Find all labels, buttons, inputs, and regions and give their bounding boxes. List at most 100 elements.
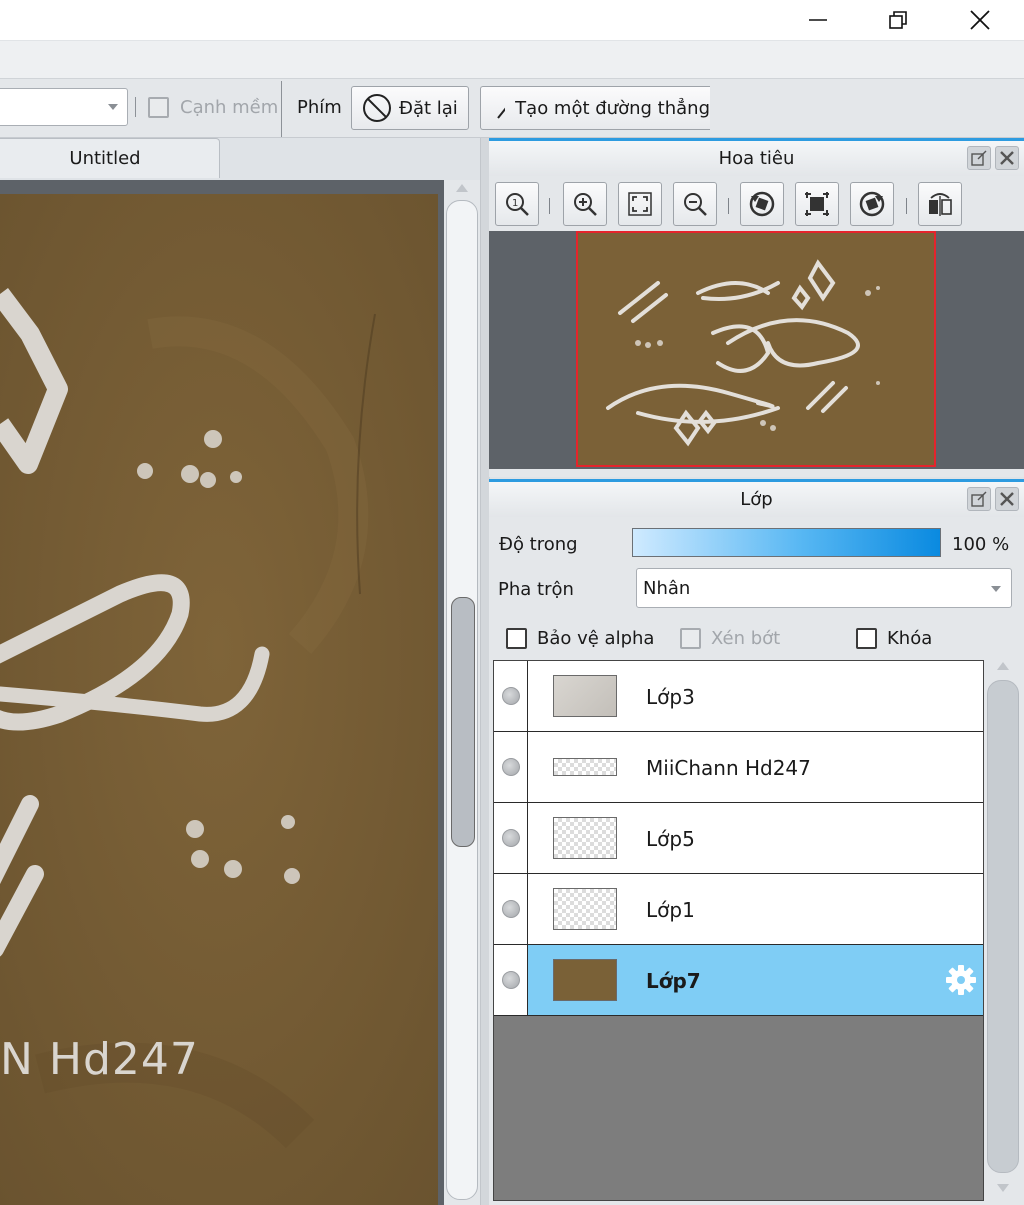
eye-icon <box>502 758 520 776</box>
popout-icon <box>971 491 987 507</box>
layer-row[interactable]: Lớp3 <box>494 661 983 732</box>
close-icon <box>1000 492 1014 506</box>
document-tab-title: Untitled <box>69 148 141 169</box>
separator <box>728 198 729 214</box>
layer-list: Lớp3 MiiChann Hd247 Lớp5 Lớp1 Lớp7 <box>493 660 984 1201</box>
flip-horizontal-icon <box>929 193 952 216</box>
layer-list-scrollbar[interactable] <box>985 660 1021 1201</box>
scroll-track[interactable] <box>987 680 1019 1173</box>
layer-thumbnail <box>553 959 617 1001</box>
navigator-header: Hoa tiêu <box>489 138 1024 176</box>
separator <box>906 198 907 214</box>
chevron-down-icon <box>991 586 1001 592</box>
rotate-left-icon <box>749 191 775 217</box>
layer-thumbnail <box>553 758 617 776</box>
eye-icon <box>502 900 520 918</box>
svg-text:1: 1 <box>512 198 518 209</box>
layer-row[interactable]: Lớp5 <box>494 803 983 874</box>
rotate-reset-button[interactable] <box>795 182 839 226</box>
navigator-panel: Hoa tiêu 1 <box>489 138 1024 477</box>
straight-line-label: Tạo một đường thẳng <box>515 97 710 119</box>
layer-row[interactable]: Lớp1 <box>494 874 983 945</box>
popout-icon <box>971 150 987 166</box>
gear-icon[interactable] <box>944 963 978 997</box>
navigator-toolbar: 1 <box>489 176 1024 231</box>
fit-window-button[interactable] <box>618 182 662 226</box>
layer-name: Lớp7 <box>646 969 701 993</box>
opacity-value: 100 % <box>952 534 1010 555</box>
brush-preset-combo[interactable] <box>0 88 128 126</box>
zoom-actual-icon: 1 <box>506 193 529 216</box>
visibility-toggle[interactable] <box>494 732 528 802</box>
rotate-right-icon <box>859 191 885 217</box>
navigator-preview-frame[interactable] <box>576 231 936 467</box>
straight-line-button[interactable]: Tạo một đường thẳng <box>480 86 710 130</box>
app-window: Cạnh mềm Phím Đặt lại Tạo một đường thẳn… <box>0 0 1024 1205</box>
layer-row[interactable]: MiiChann Hd247 <box>494 732 983 803</box>
popout-button[interactable] <box>967 487 991 511</box>
separator <box>281 81 282 137</box>
flip-horizontal-button[interactable] <box>918 182 962 226</box>
panel-close-button[interactable] <box>995 487 1019 511</box>
separator <box>549 198 550 214</box>
close-button[interactable] <box>940 0 1020 40</box>
clipping-checkbox[interactable] <box>680 628 701 649</box>
zoom-in-icon <box>574 193 597 216</box>
panel-close-button[interactable] <box>995 146 1019 170</box>
eye-icon <box>502 829 520 847</box>
layer-row-selected[interactable]: Lớp7 <box>494 945 983 1016</box>
navigator-view[interactable] <box>489 231 1024 469</box>
zoom-in-button[interactable] <box>563 182 607 226</box>
zoom-100-button[interactable]: 1 <box>495 182 539 226</box>
watermark-text: N Hd247 <box>0 1034 199 1085</box>
zoom-out-button[interactable] <box>673 182 717 226</box>
layer-name: Lớp3 <box>646 685 695 709</box>
blend-mode-select[interactable]: Nhân <box>636 568 1012 608</box>
scroll-thumb[interactable] <box>451 597 475 847</box>
navigator-preview-image <box>578 233 934 465</box>
line-icon <box>497 107 506 119</box>
soft-edge-label: Cạnh mềm <box>180 97 279 118</box>
visibility-toggle[interactable] <box>494 945 528 1015</box>
soft-edge-checkbox[interactable] <box>148 97 169 118</box>
visibility-toggle[interactable] <box>494 803 528 873</box>
lock-checkbox[interactable] <box>856 628 877 649</box>
close-icon <box>970 10 990 30</box>
popout-button[interactable] <box>967 146 991 170</box>
visibility-toggle[interactable] <box>494 874 528 944</box>
reset-button[interactable]: Đặt lại <box>351 86 469 130</box>
document-tab[interactable]: Untitled <box>0 138 220 178</box>
canvas-viewport[interactable]: N Hd247 <box>0 180 444 1205</box>
lock-label: Khóa <box>887 628 933 649</box>
restore-button[interactable] <box>858 0 938 40</box>
blend-mode-label: Pha trộn <box>498 579 574 600</box>
rotate-left-button[interactable] <box>740 182 784 226</box>
canvas-vertical-scrollbar[interactable] <box>444 180 480 1205</box>
rotate-right-button[interactable] <box>850 182 894 226</box>
layer-thumbnail <box>553 675 617 717</box>
protect-alpha-checkbox[interactable] <box>506 628 527 649</box>
layer-thumbnail <box>553 817 617 859</box>
opacity-slider[interactable] <box>632 528 941 557</box>
prohibit-icon <box>363 94 391 122</box>
reset-label: Đặt lại <box>399 97 458 119</box>
separator <box>135 97 136 117</box>
title-bar <box>0 0 1024 40</box>
restore-icon <box>889 11 907 29</box>
minimize-button[interactable] <box>778 0 858 40</box>
scroll-track[interactable] <box>446 200 478 1200</box>
navigator-title: Hoa tiêu <box>718 148 795 169</box>
protect-alpha-label: Bảo vệ alpha <box>537 628 655 649</box>
layers-header: Lớp <box>489 479 1024 517</box>
canvas-artwork: N Hd247 <box>0 194 438 1205</box>
eye-icon <box>502 971 520 989</box>
hotkey-label: Phím <box>297 97 342 118</box>
visibility-toggle[interactable] <box>494 661 528 731</box>
layer-name: MiiChann Hd247 <box>646 756 811 780</box>
layer-thumbnail <box>553 888 617 930</box>
rotate-reset-icon <box>805 192 829 216</box>
scroll-up-icon <box>456 184 468 192</box>
close-icon <box>1000 151 1014 165</box>
scroll-up-icon <box>997 662 1009 670</box>
document-tab-strip: Untitled <box>0 138 480 180</box>
